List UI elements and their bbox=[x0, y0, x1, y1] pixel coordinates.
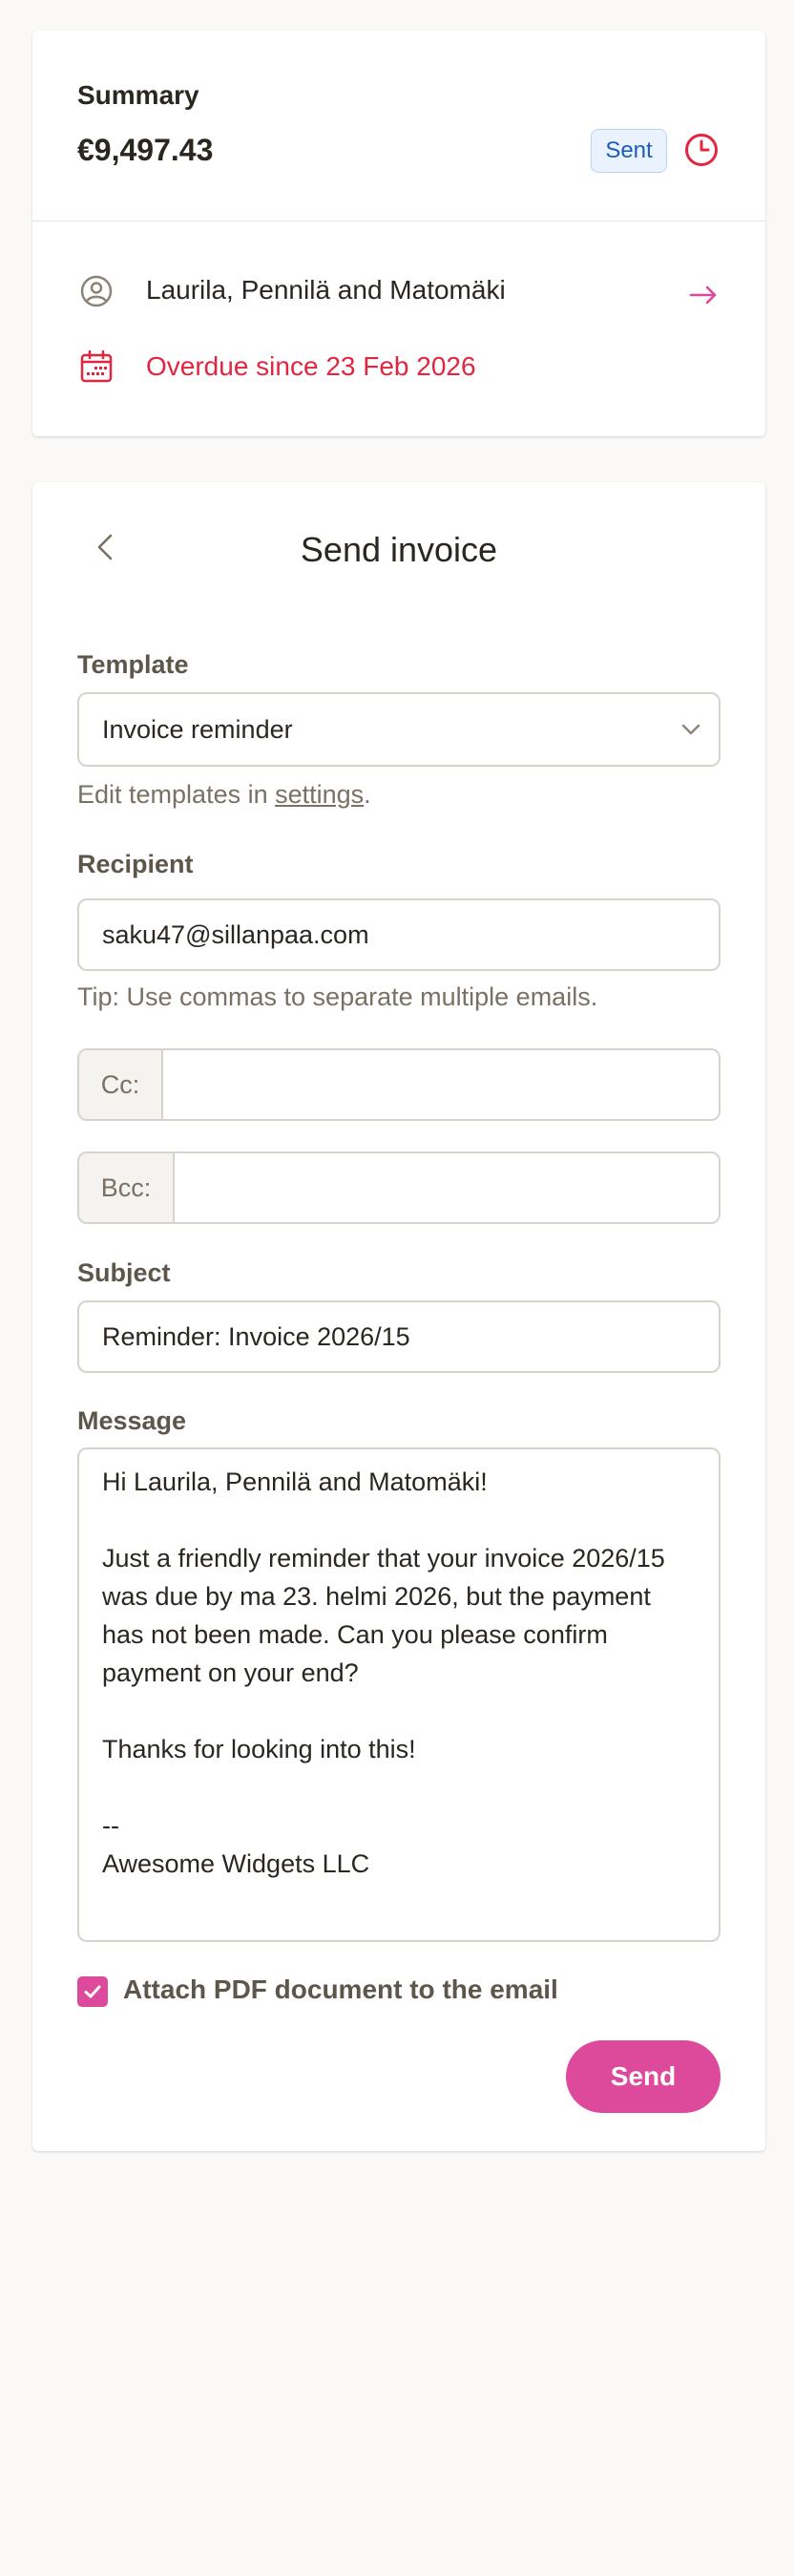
send-invoice-card: Send invoice Template Invoice reminder E… bbox=[32, 482, 765, 2151]
overdue-status: Overdue since 23 Feb 2026 bbox=[146, 351, 476, 381]
clock-icon[interactable] bbox=[683, 132, 720, 168]
user-circle-icon bbox=[80, 275, 113, 307]
template-help-text: Edit templates in bbox=[77, 780, 276, 809]
cc-label: Cc: bbox=[79, 1050, 163, 1119]
summary-header: Summary €9,497.43 Sent bbox=[32, 31, 765, 222]
recipient-input[interactable] bbox=[77, 898, 721, 971]
check-icon bbox=[84, 1985, 101, 1998]
chevron-down-icon bbox=[681, 724, 700, 735]
client-name[interactable]: Laurila, Pennilä and Matomäki bbox=[146, 275, 506, 306]
calendar-icon bbox=[80, 349, 113, 383]
recipient-tip: Tip: Use commas to separate multiple ema… bbox=[77, 982, 598, 1011]
status-badge: Sent bbox=[591, 129, 667, 173]
invoice-amount: €9,497.43 bbox=[77, 133, 214, 167]
attach-pdf-checkbox[interactable] bbox=[77, 1976, 108, 2007]
message-label: Message bbox=[77, 1406, 187, 1435]
bcc-input[interactable] bbox=[175, 1153, 719, 1222]
summary-heading: Summary bbox=[77, 80, 199, 110]
attach-pdf-label[interactable]: Attach PDF document to the email bbox=[123, 1974, 558, 2005]
arrow-right-icon[interactable] bbox=[687, 279, 720, 311]
send-button[interactable]: Send bbox=[566, 2040, 721, 2113]
bcc-label: Bcc: bbox=[79, 1153, 175, 1222]
bcc-field: Bcc: bbox=[77, 1151, 721, 1224]
message-textarea[interactable]: Hi Laurila, Pennilä and Matomäki! Just a… bbox=[77, 1447, 721, 1942]
recipient-label: Recipient bbox=[77, 850, 194, 878]
settings-link[interactable]: settings bbox=[275, 780, 364, 809]
form-title: Send invoice bbox=[300, 530, 498, 569]
subject-input[interactable] bbox=[77, 1300, 721, 1373]
summary-card: Summary €9,497.43 Sent Laurila, Pennilä … bbox=[32, 31, 765, 436]
template-help-suffix: . bbox=[364, 780, 371, 809]
template-label: Template bbox=[77, 650, 189, 679]
subject-label: Subject bbox=[77, 1258, 171, 1287]
template-help: Edit templates in settings. bbox=[77, 780, 371, 810]
cc-field: Cc: bbox=[77, 1048, 721, 1121]
cc-input[interactable] bbox=[163, 1050, 719, 1119]
template-selected-value: Invoice reminder bbox=[102, 714, 293, 744]
template-select[interactable]: Invoice reminder bbox=[77, 692, 721, 767]
